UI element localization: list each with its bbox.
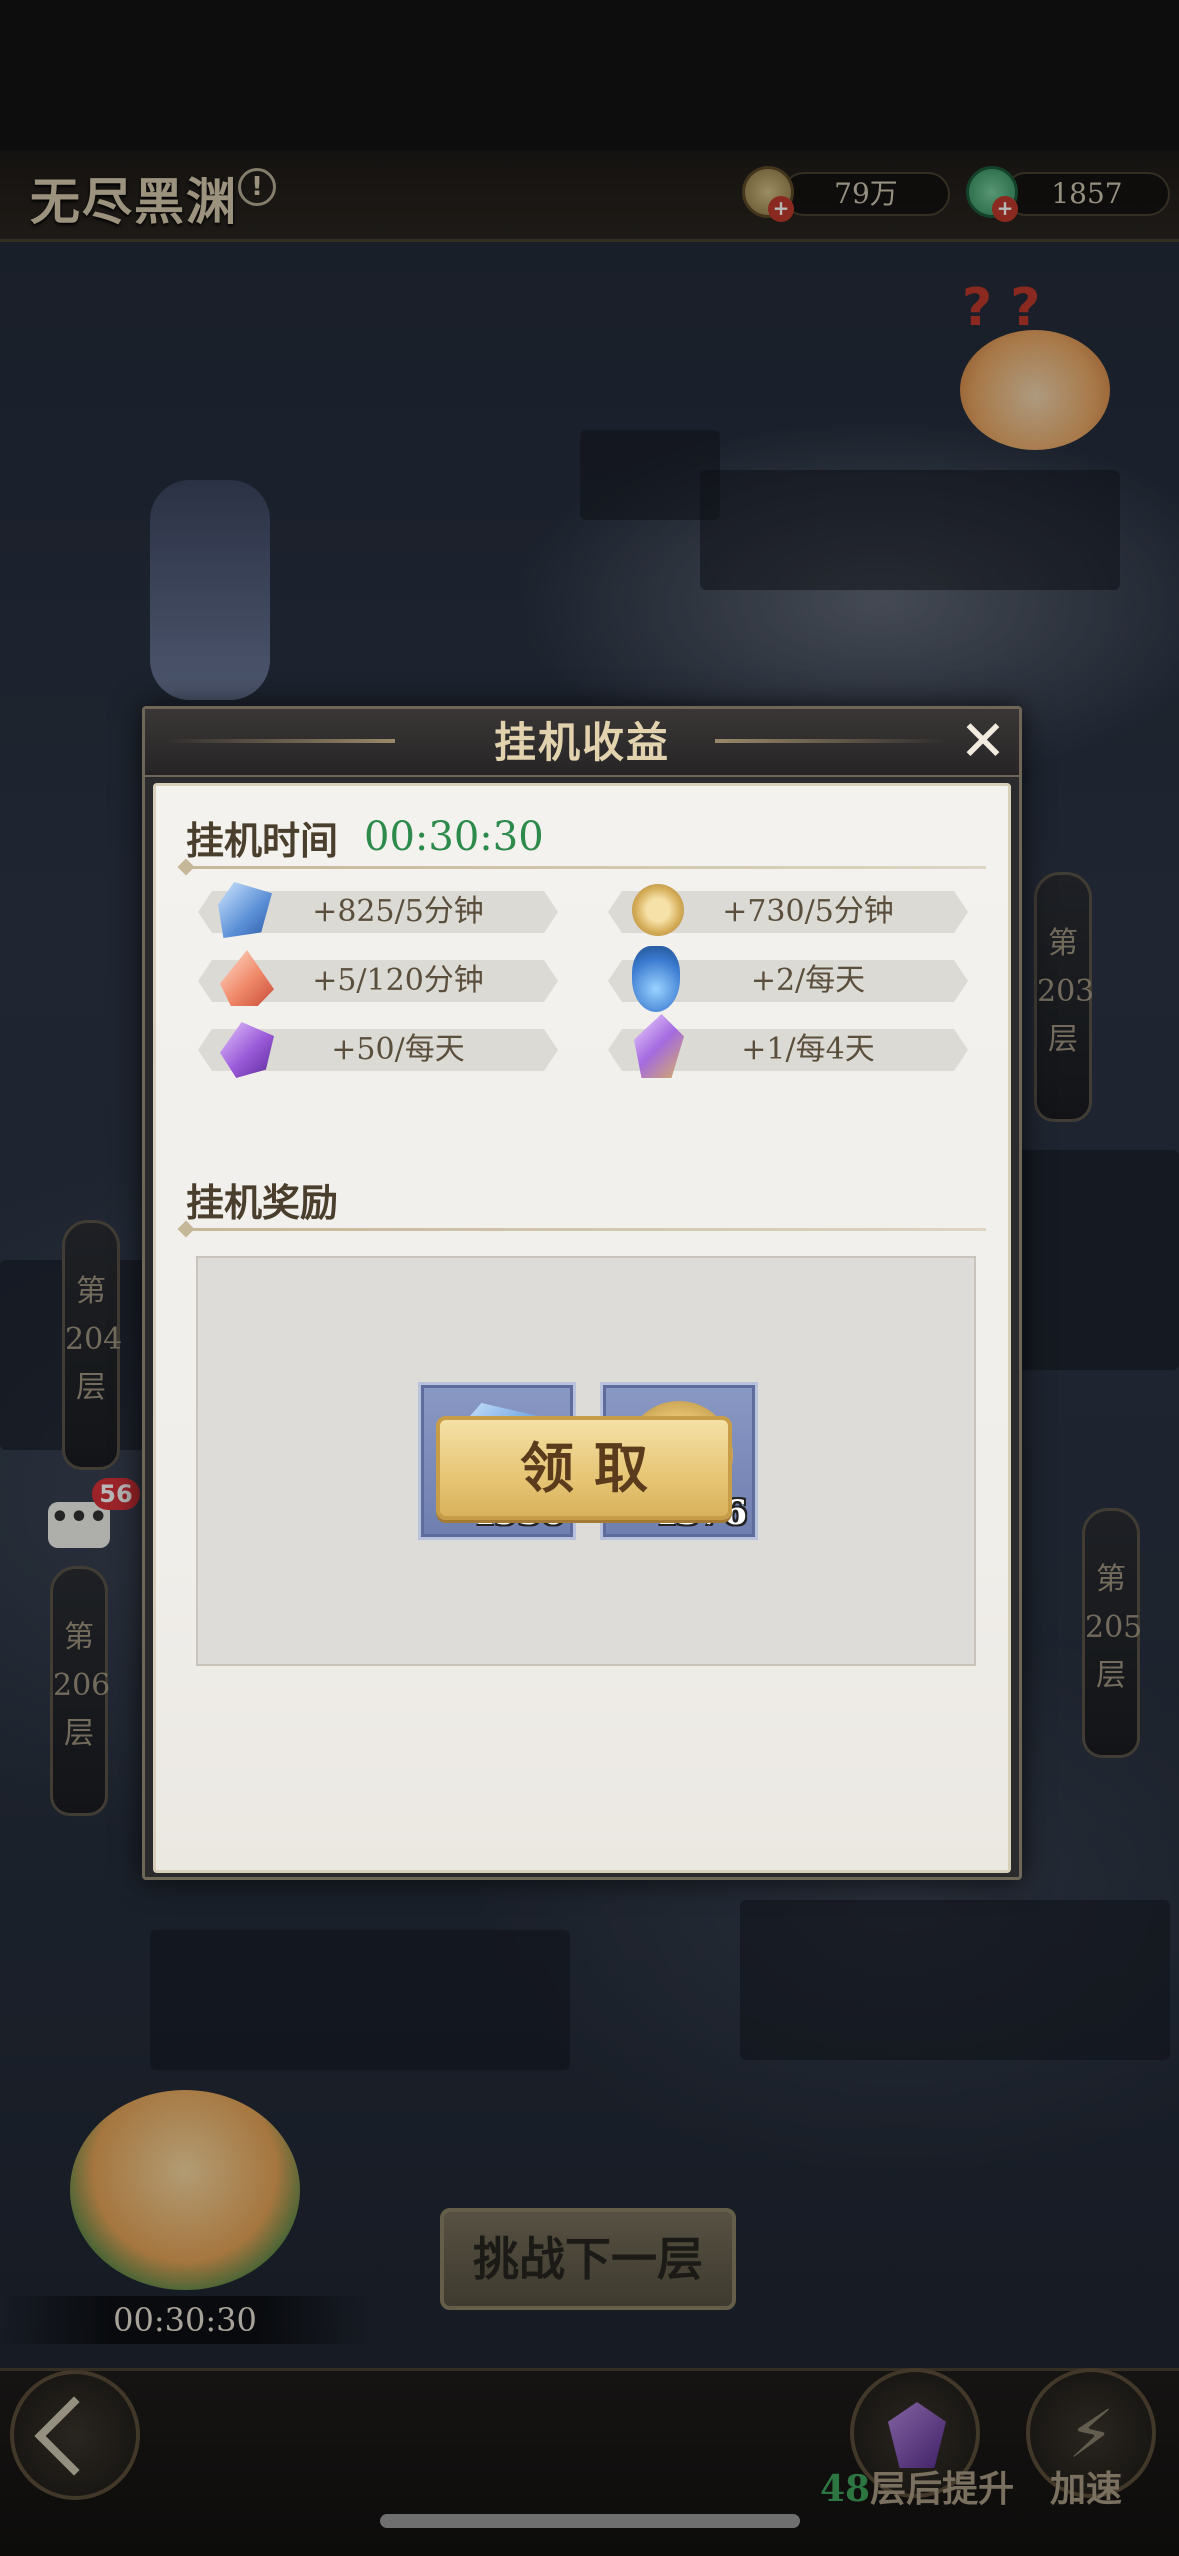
idle-time-label: 挂机时间 [186, 818, 339, 863]
idle-rewards-label: 挂机奖励 [186, 1180, 339, 1225]
claim-button[interactable]: 领取 [436, 1416, 732, 1520]
section-divider [186, 1228, 986, 1231]
close-button[interactable]: ✕ [955, 714, 1011, 771]
dialog-header: 挂机收益 ✕ [145, 709, 1019, 777]
dialog-title: 挂机收益 [493, 718, 670, 767]
gold-coin-icon [632, 884, 684, 936]
idle-time-value: 00:30:30 [364, 814, 544, 860]
idle-rewards-dialog: 挂机收益 ✕ 挂机时间 00:30:30 +825/5分钟 +730/5分钟 +… [142, 706, 1022, 1880]
blue-potion-icon [632, 946, 680, 1012]
section-divider [186, 866, 986, 869]
red-crystal-icon [220, 950, 274, 1006]
dialog-body: 挂机时间 00:30:30 +825/5分钟 +730/5分钟 +5/120分钟… [153, 783, 1011, 1873]
